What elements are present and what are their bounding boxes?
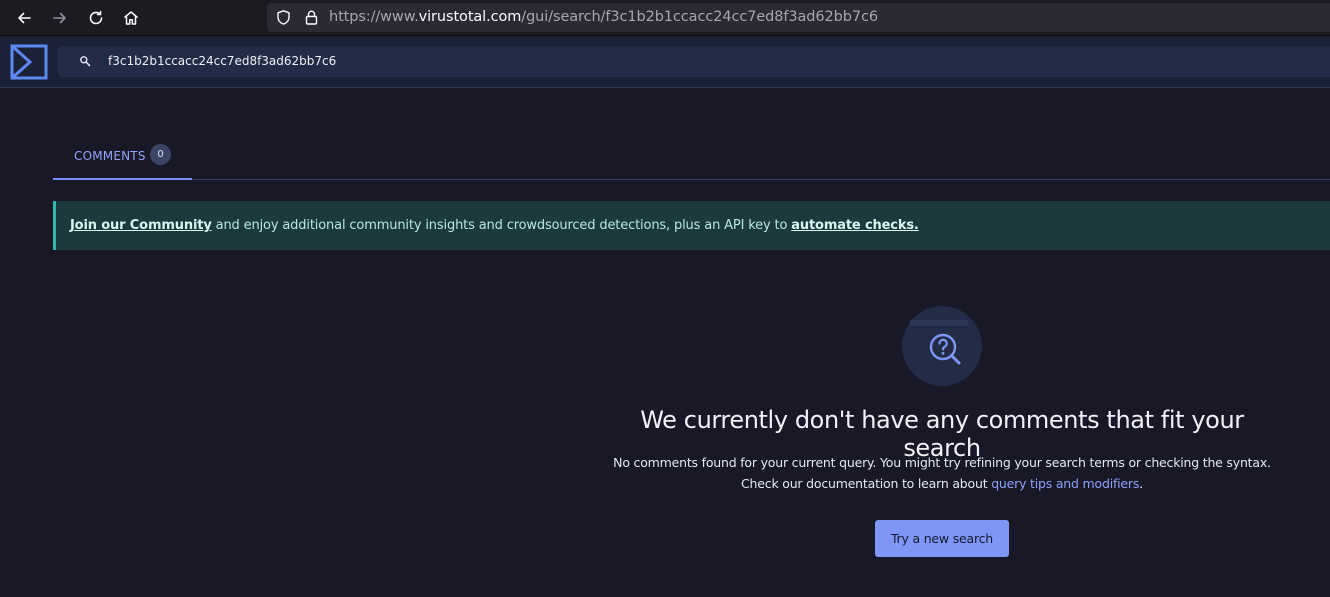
join-community-link[interactable]: Join our Community bbox=[70, 218, 212, 233]
url-path: /gui/search/f3c1b2b1ccacc24cc7ed8f3ad62b… bbox=[521, 9, 878, 25]
automate-checks-link[interactable]: automate checks. bbox=[791, 218, 919, 233]
community-banner: Join our Community and enjoy additional … bbox=[53, 201, 1330, 250]
arrow-left-icon bbox=[18, 12, 31, 24]
tab-comments-label: COMMENTS bbox=[74, 149, 146, 163]
home-icon bbox=[124, 11, 138, 25]
comments-count-badge: 0 bbox=[150, 144, 171, 165]
search-input[interactable] bbox=[108, 46, 708, 77]
app-header bbox=[0, 37, 1330, 88]
docs-prefix-text: Check our documentation to learn about bbox=[741, 476, 992, 491]
search-question-icon bbox=[902, 306, 982, 386]
query-tips-link[interactable]: query tips and modifiers bbox=[991, 476, 1139, 491]
tab-comments[interactable]: COMMENTS 0 bbox=[53, 140, 192, 180]
try-new-search-button[interactable]: Try a new search bbox=[875, 520, 1009, 557]
virustotal-logo[interactable] bbox=[10, 44, 48, 80]
address-bar[interactable]: https://www.virustotal.com/gui/search/f3… bbox=[267, 3, 1330, 32]
url-host: virustotal.com bbox=[418, 9, 522, 25]
lock-icon[interactable] bbox=[303, 9, 320, 26]
search-bar bbox=[58, 46, 1330, 77]
reload-icon bbox=[89, 10, 103, 25]
empty-state-line-2: Check our documentation to learn about q… bbox=[600, 473, 1284, 494]
url-prefix: https://www. bbox=[329, 9, 419, 25]
empty-state-line-1: No comments found for your current query… bbox=[613, 455, 1271, 470]
reload-button[interactable] bbox=[84, 6, 108, 30]
search-icon[interactable] bbox=[78, 54, 92, 68]
banner-body-text: and enjoy additional community insights … bbox=[211, 218, 792, 233]
arrow-right-icon bbox=[53, 12, 66, 24]
shield-icon[interactable] bbox=[275, 9, 292, 26]
docs-suffix-text: . bbox=[1139, 476, 1143, 491]
forward-button[interactable] bbox=[48, 6, 72, 30]
browser-toolbar: https://www.virustotal.com/gui/search/f3… bbox=[0, 0, 1330, 36]
empty-state-description: No comments found for your current query… bbox=[600, 452, 1284, 494]
back-button[interactable] bbox=[12, 6, 36, 30]
banner-text: Join our Community and enjoy additional … bbox=[70, 218, 919, 233]
tab-bar: COMMENTS 0 bbox=[53, 140, 1330, 180]
url-text[interactable]: https://www.virustotal.com/gui/search/f3… bbox=[329, 9, 878, 25]
home-button[interactable] bbox=[119, 6, 143, 30]
